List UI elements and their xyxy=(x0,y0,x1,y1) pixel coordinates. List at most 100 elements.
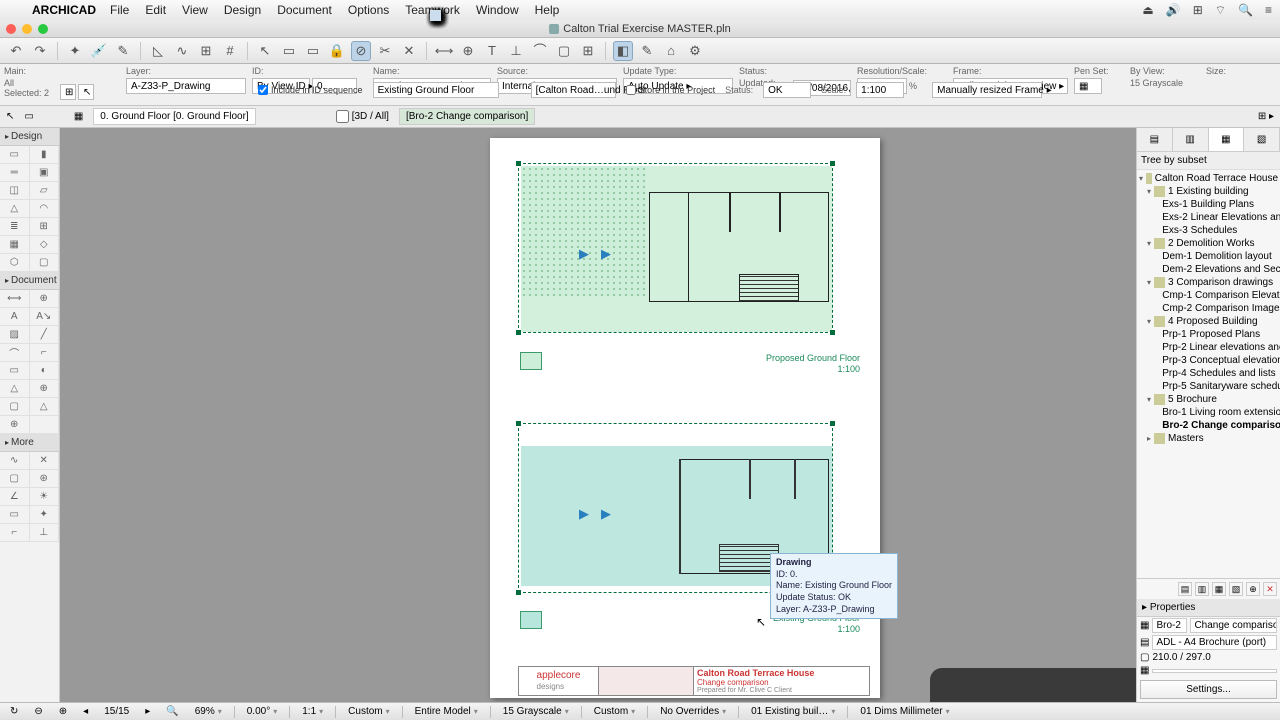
penset-field[interactable]: ▦ xyxy=(1074,78,1102,94)
menu-file[interactable]: File xyxy=(110,3,129,17)
next-icon[interactable]: ▸ xyxy=(141,706,154,717)
arc-tool[interactable]: ⌒ xyxy=(0,344,30,362)
text-tool[interactable]: A xyxy=(0,308,30,326)
ratio[interactable]: 1:1 xyxy=(298,706,327,717)
tree-item[interactable]: Prp-1 Proposed Plans xyxy=(1137,328,1280,341)
tab-config-icon[interactable]: ⊞ ▸ xyxy=(1258,111,1274,122)
refresh-icon[interactable]: ↻ xyxy=(6,706,22,717)
object-tool[interactable]: ⬡ xyxy=(0,254,30,272)
menu-options[interactable]: Options xyxy=(348,3,389,17)
resized-frame-field[interactable]: Manually resized Frame ▸ xyxy=(932,82,1042,98)
level-tool[interactable]: ⊕ xyxy=(30,290,60,308)
figure-tool[interactable]: ▢ xyxy=(0,470,30,488)
shape2-button[interactable]: ∿ xyxy=(172,41,192,61)
pick-button[interactable]: ✦ xyxy=(65,41,85,61)
prop-id[interactable]: Bro-2 xyxy=(1152,618,1187,633)
elevation-tool[interactable]: △ xyxy=(0,380,30,398)
gear-button[interactable]: ⚙ xyxy=(685,41,705,61)
shape1-button[interactable]: ◺ xyxy=(148,41,168,61)
source-detail-field[interactable]: [Calton Road…und Floor xyxy=(531,82,616,98)
active-tab[interactable]: [Bro-2 Change comparison] xyxy=(399,108,535,125)
dim1-drop[interactable]: 01 Existing buil… xyxy=(747,706,839,717)
curtain-tool[interactable]: ▦ xyxy=(0,236,30,254)
prop-btn[interactable]: ▧ xyxy=(1229,582,1243,596)
polyline-tool[interactable]: ⌐ xyxy=(30,344,60,362)
prev-icon[interactable]: ◂ xyxy=(79,706,92,717)
angle-tool[interactable]: ∠ xyxy=(0,488,30,506)
prop-name[interactable]: Change comparison xyxy=(1190,618,1277,633)
change-tool[interactable]: △ xyxy=(30,398,60,416)
menu-icon[interactable]: ≡ xyxy=(1265,3,1272,18)
label-tool[interactable]: A↘ xyxy=(30,308,60,326)
menu-edit[interactable]: Edit xyxy=(145,3,166,17)
nav-tab-view[interactable]: ▥ xyxy=(1173,128,1209,151)
detail-tool[interactable]: ⊕ xyxy=(30,380,60,398)
settings-button[interactable]: Settings... xyxy=(1140,680,1277,699)
wall-tool[interactable]: ▭ xyxy=(0,146,30,164)
window-tool[interactable]: ▣ xyxy=(30,164,60,182)
status-icon[interactable]: 🔊 xyxy=(1166,3,1181,18)
align-button[interactable]: ⊥ xyxy=(506,41,526,61)
zoom-level[interactable]: 69% xyxy=(191,706,226,717)
camera-tool[interactable]: ▭ xyxy=(0,506,30,524)
menu-help[interactable]: Help xyxy=(535,3,560,17)
roof-tool[interactable]: △ xyxy=(0,200,30,218)
prop-btn[interactable]: ▥ xyxy=(1195,582,1209,596)
palette-more-header[interactable]: More xyxy=(0,434,59,452)
zone-tool[interactable]: ▢ xyxy=(30,254,60,272)
tree-item[interactable]: Prp-4 Schedules and lists xyxy=(1137,367,1280,380)
tree-item[interactable]: ▾1 Existing building xyxy=(1137,185,1280,198)
nav-tab-publisher[interactable]: ▧ xyxy=(1244,128,1280,151)
angle[interactable]: 0.00° xyxy=(243,706,281,717)
rect-button[interactable]: ▭ xyxy=(303,41,323,61)
end-tool[interactable]: ⊥ xyxy=(30,524,60,542)
include-id-checkbox[interactable]: Include in ID sequence xyxy=(258,85,363,95)
tree-item[interactable]: Exs-1 Building Plans xyxy=(1137,198,1280,211)
door-tool[interactable]: ◫ xyxy=(0,182,30,200)
properties-header[interactable]: ▸ Properties xyxy=(1137,599,1280,617)
breadcrumb[interactable]: 0. Ground Floor [0. Ground Floor] xyxy=(93,108,255,125)
arrow-tool-icon[interactable]: ↖ xyxy=(6,111,14,122)
layer-field[interactable]: A-Z33-P_Drawing xyxy=(126,78,246,94)
status-icon[interactable]: ⊞ xyxy=(1193,3,1203,18)
tree-item[interactable]: ▾3 Comparison drawings xyxy=(1137,276,1280,289)
overrides-drop[interactable]: No Overrides xyxy=(656,706,730,717)
drawing-tool[interactable]: ▭ xyxy=(0,362,30,380)
arrow-button[interactable]: ↖ xyxy=(255,41,275,61)
curve-button[interactable]: ⌒ xyxy=(530,41,550,61)
hotspot-tool[interactable]: ✕ xyxy=(30,452,60,470)
tree-item[interactable]: Exs-2 Linear Elevations anc xyxy=(1137,211,1280,224)
menu-window[interactable]: Window xyxy=(476,3,519,17)
model-drop[interactable]: Entire Model xyxy=(411,706,482,717)
undo-button[interactable]: ↶ xyxy=(6,41,26,61)
tree-item[interactable]: Dem-1 Demolition layout xyxy=(1137,250,1280,263)
inject-button[interactable]: 💉 xyxy=(89,41,109,61)
menu-design[interactable]: Design xyxy=(224,3,261,17)
tree-item[interactable]: Cmp-2 Comparison Images xyxy=(1137,302,1280,315)
tree-item[interactable]: ▾2 Demolition Works xyxy=(1137,237,1280,250)
tree-item[interactable]: Bro-1 Living room extensio xyxy=(1137,406,1280,419)
tree-item[interactable]: Bro-2 Change comparison xyxy=(1137,419,1280,432)
override-custom-drop[interactable]: Custom xyxy=(590,706,639,717)
proposed-drawing-frame[interactable]: ▶ ▶ xyxy=(518,163,833,333)
tree-item[interactable]: Prp-5 Sanitaryware schedu xyxy=(1137,380,1280,393)
marquee-tool-icon[interactable]: ▭ xyxy=(24,111,33,122)
close-button[interactable] xyxy=(6,24,16,34)
grid2-button[interactable]: ⊞ xyxy=(578,41,598,61)
box-button[interactable]: ▢ xyxy=(554,41,574,61)
3d-all-toggle[interactable]: [3D / All] xyxy=(336,110,389,123)
highlight-button[interactable]: ✎ xyxy=(637,41,657,61)
crop-button[interactable]: ✂ xyxy=(375,41,395,61)
navigator-header[interactable]: Tree by subset xyxy=(1137,152,1280,170)
scale-ratio-field[interactable]: 1:100 xyxy=(856,82,904,98)
measure2-button[interactable]: ⊕ xyxy=(458,41,478,61)
prop-btn[interactable]: ▤ xyxy=(1178,582,1192,596)
zoom-icon[interactable]: 🔍 xyxy=(162,706,182,717)
icon-button[interactable]: ⊞ xyxy=(60,84,76,100)
tree-item[interactable]: Dem-2 Elevations and Sect xyxy=(1137,263,1280,276)
tree-item[interactable]: Cmp-1 Comparison Elevati xyxy=(1137,289,1280,302)
prop-btn[interactable]: ▦ xyxy=(1212,582,1226,596)
beam-tool[interactable]: ═ xyxy=(0,164,30,182)
nav-tab-project[interactable]: ▤ xyxy=(1137,128,1173,151)
wand-tool[interactable]: ✦ xyxy=(30,506,60,524)
